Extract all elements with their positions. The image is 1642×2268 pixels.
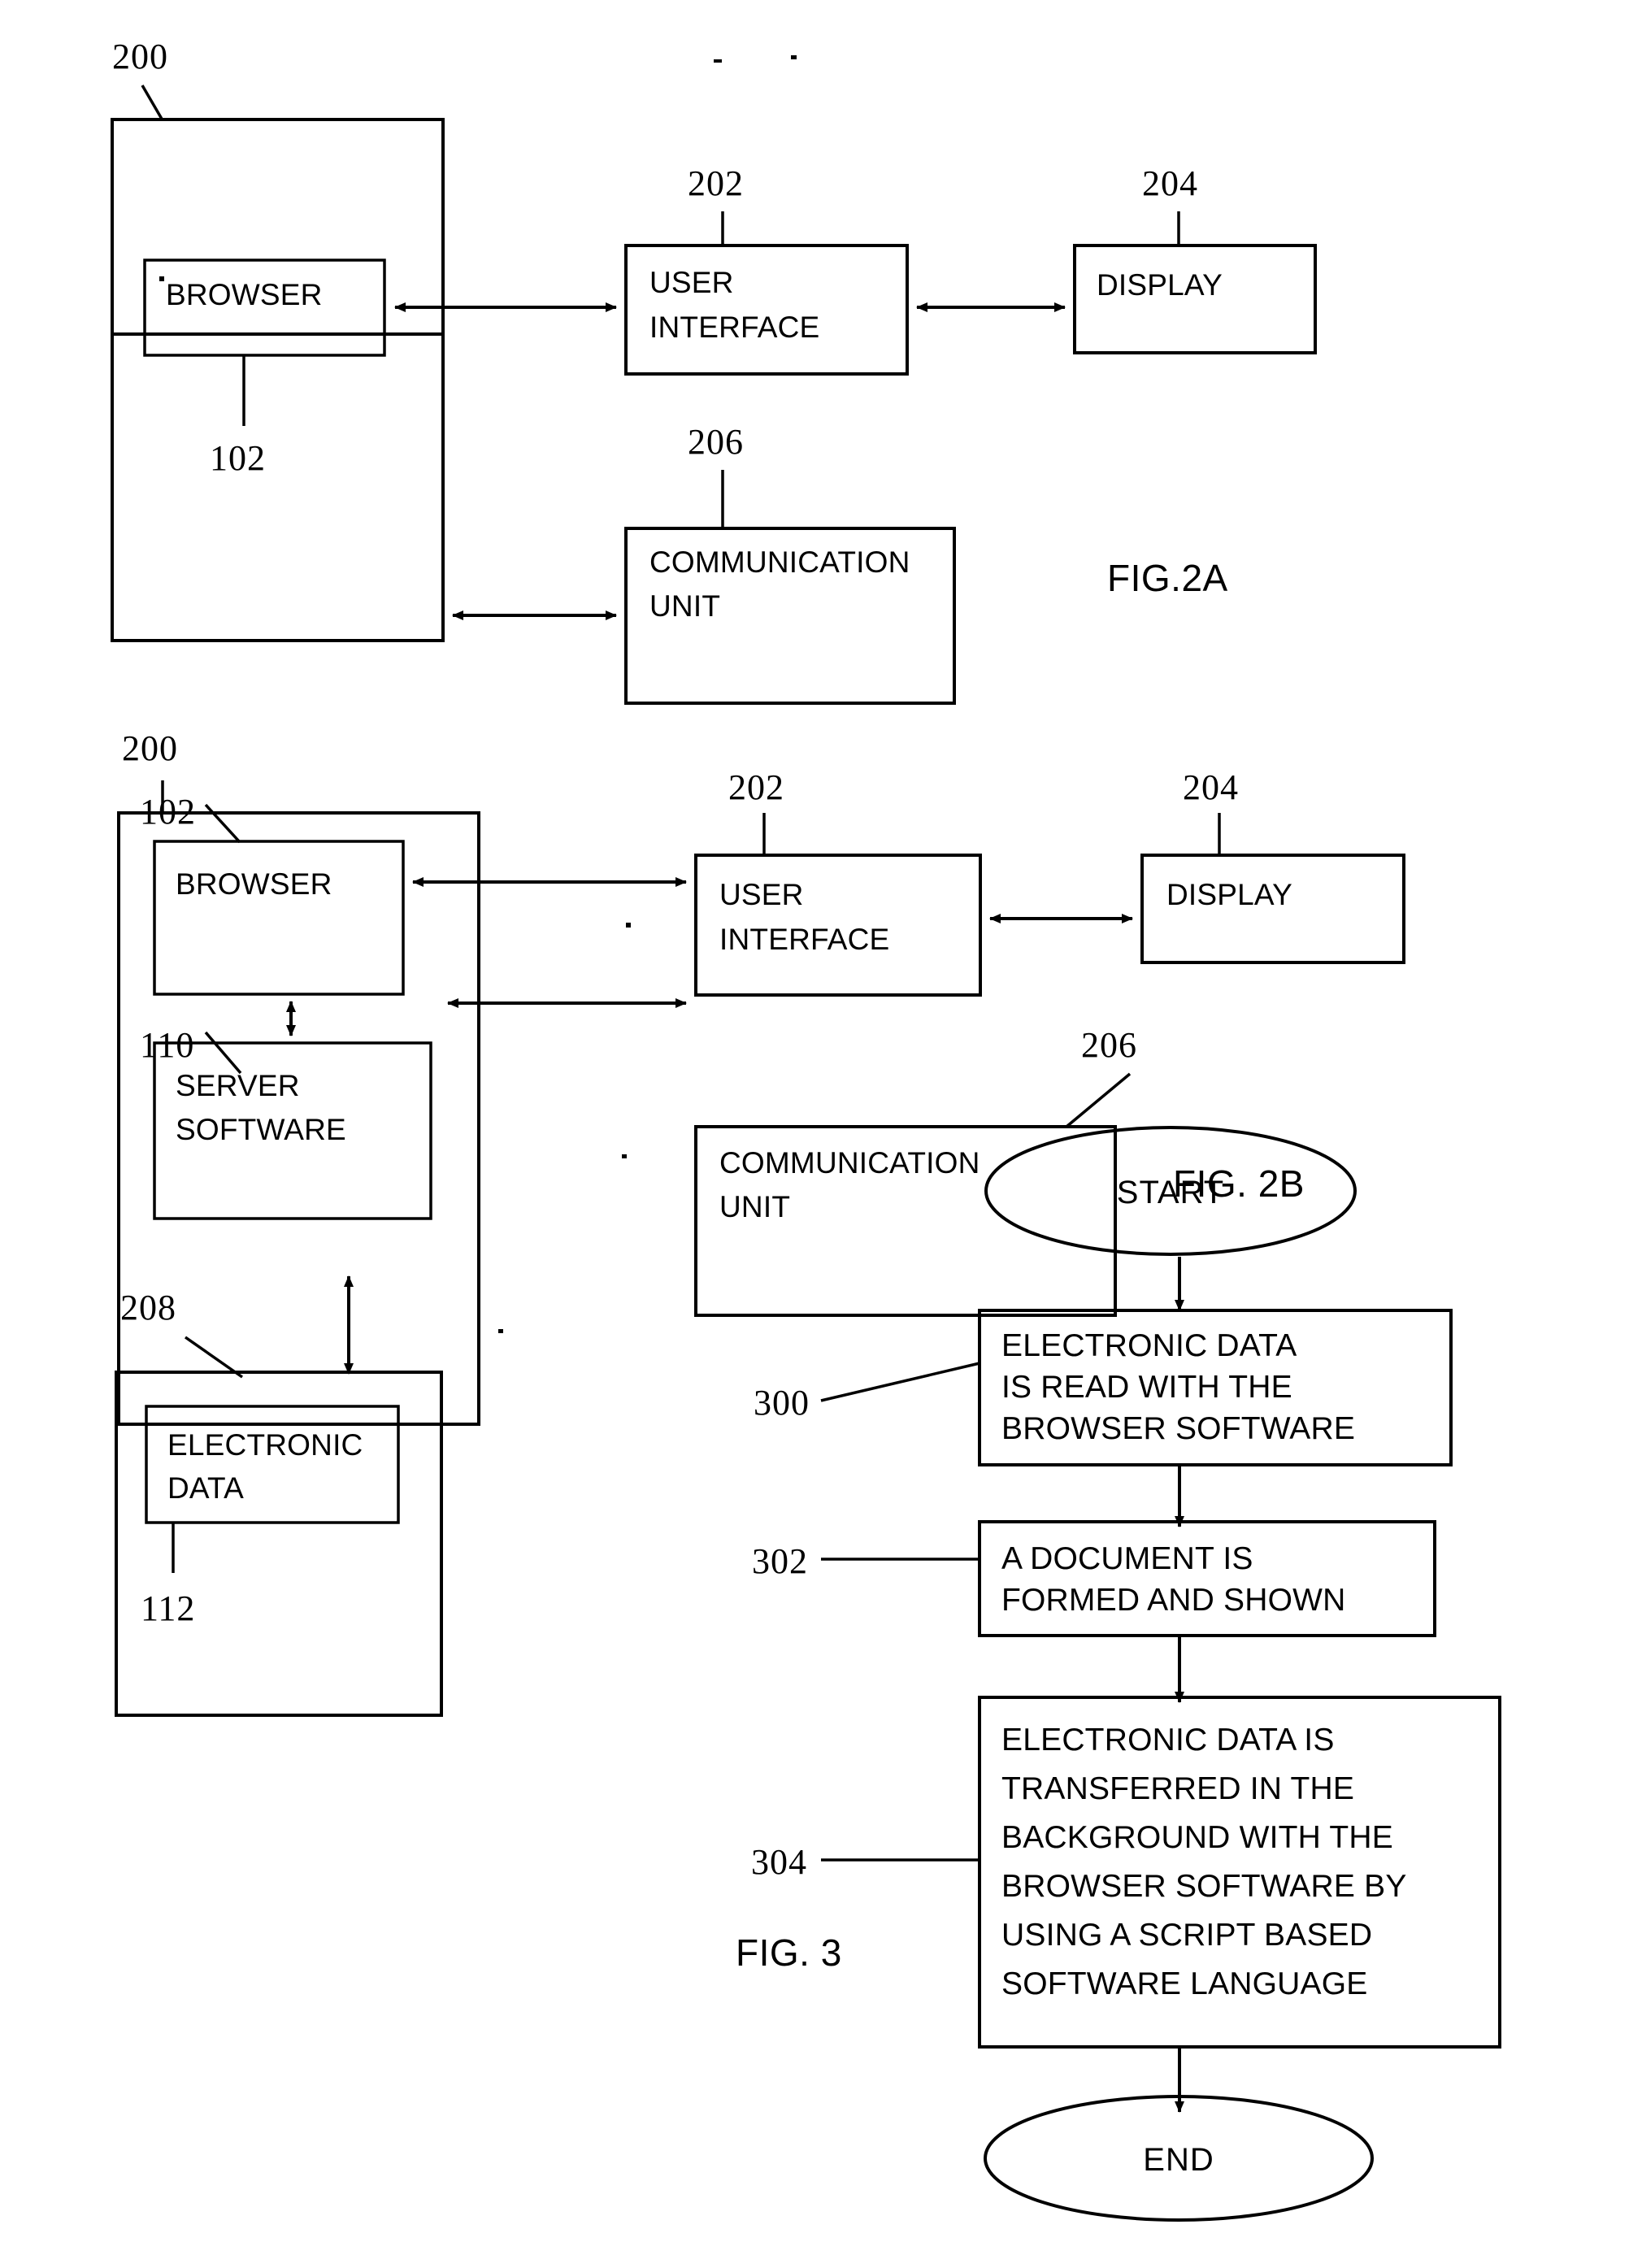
ref-102-fig2b: 102 [140,792,196,832]
start-label-fig3: START [1117,1175,1224,1210]
electronic-data-label-line1-fig2b: ELECTRONIC [167,1428,363,1462]
patent-drawing-sheet: BROWSER 102 200 USER INTERFACE 202 DISPL… [0,0,1642,2268]
leader-110-fig2b [204,1031,242,1075]
ref-202-fig2b: 202 [728,767,784,807]
communication-unit-label-line1-fig2a: COMMUNICATION [649,545,910,579]
scan-speck [793,55,797,59]
fig-2a-caption: FIG.2A [1107,557,1228,599]
ref-304-fig3: 304 [751,1842,807,1882]
user-interface-box-fig2a [624,244,909,376]
ref-200-fig2a: 200 [112,37,168,76]
ref-102-fig2a: 102 [210,438,266,478]
ref-300-fig3: 300 [754,1383,810,1423]
leader-300-fig3 [820,1362,980,1402]
leader-200-fig2a [141,85,164,121]
ref-200-fig2b: 200 [122,728,178,768]
ref-208-fig2b: 208 [120,1288,176,1327]
ref-112-fig2b: 112 [141,1588,195,1628]
ref-206-fig2b: 206 [1081,1025,1137,1065]
step-300-line-3: BROWSER SOFTWARE [1001,1411,1355,1446]
scan-speck [159,276,164,281]
end-label-fig3: END [1143,2142,1214,2178]
step-304-line-5: USING A SCRIPT BASED [1001,1918,1372,1953]
step-304-line-6: SOFTWARE LANGUAGE [1001,1966,1368,2001]
ref-204-fig2a: 204 [1142,163,1198,203]
communication-unit-label-line1-fig2b: COMMUNICATION [719,1146,980,1180]
display-label-fig2b: DISPLAY [1166,878,1292,911]
step-304-line-2: TRANSFERRED IN THE [1001,1771,1354,1806]
communication-unit-label-line2-fig2a: UNIT [649,589,720,623]
user-interface-label-line2-fig2a: INTERFACE [649,311,819,344]
server-software-label-line1-fig2b: SERVER [176,1069,300,1102]
browser-box-fig2b [153,840,405,996]
ref-206-fig2a: 206 [688,422,744,462]
user-interface-label-line2-fig2b: INTERFACE [719,923,889,956]
device-outer-box-fig2a-outline [111,118,445,642]
step-box-302-fig3 [978,1520,1436,1637]
display-label-fig2a: DISPLAY [1097,268,1223,302]
ref-110-fig2b: 110 [140,1025,194,1065]
electronic-data-label-line2-fig2b: DATA [167,1471,244,1505]
scan-speck [622,1154,627,1158]
leader-206-fig2b [1065,1072,1132,1128]
ref-204-fig2b: 204 [1183,767,1239,807]
scan-speck [714,59,722,63]
step-304-line-4: BROWSER SOFTWARE BY [1001,1869,1407,1904]
step-302-line-1: A DOCUMENT IS [1001,1541,1253,1576]
leader-102-fig2b [204,803,241,844]
step-300-line-2: IS READ WITH THE [1001,1370,1292,1405]
user-interface-label-line1-fig2a: USER [649,266,734,299]
scan-speck [498,1329,503,1333]
server-software-label-line2-fig2b: SOFTWARE [176,1113,346,1146]
step-300-line-1: ELECTRONIC DATA [1001,1328,1297,1363]
scan-speck [626,923,631,928]
step-302-line-2: FORMED AND SHOWN [1001,1583,1346,1618]
user-interface-label-line1-fig2b: USER [719,878,804,911]
ref-202-fig2a: 202 [688,163,744,203]
fig-2a-group: BROWSER 102 200 USER INTERFACE 202 DISPL… [111,37,1317,705]
step-304-line-3: BACKGROUND WITH THE [1001,1820,1393,1855]
fig-3-group: START ELECTRONIC DATA IS READ WITH THE B… [736,1126,1501,2222]
fig-3-caption: FIG. 3 [736,1931,842,1974]
figures-canvas: BROWSER 102 200 USER INTERFACE 202 DISPL… [111,37,1501,2222]
browser-label-fig2b: BROWSER [176,867,332,901]
browser-label-fig2a: BROWSER [166,278,323,311]
communication-unit-label-line2-fig2b: UNIT [719,1190,790,1223]
ref-302-fig3: 302 [752,1541,808,1581]
step-304-line-1: ELECTRONIC DATA IS [1001,1723,1335,1757]
